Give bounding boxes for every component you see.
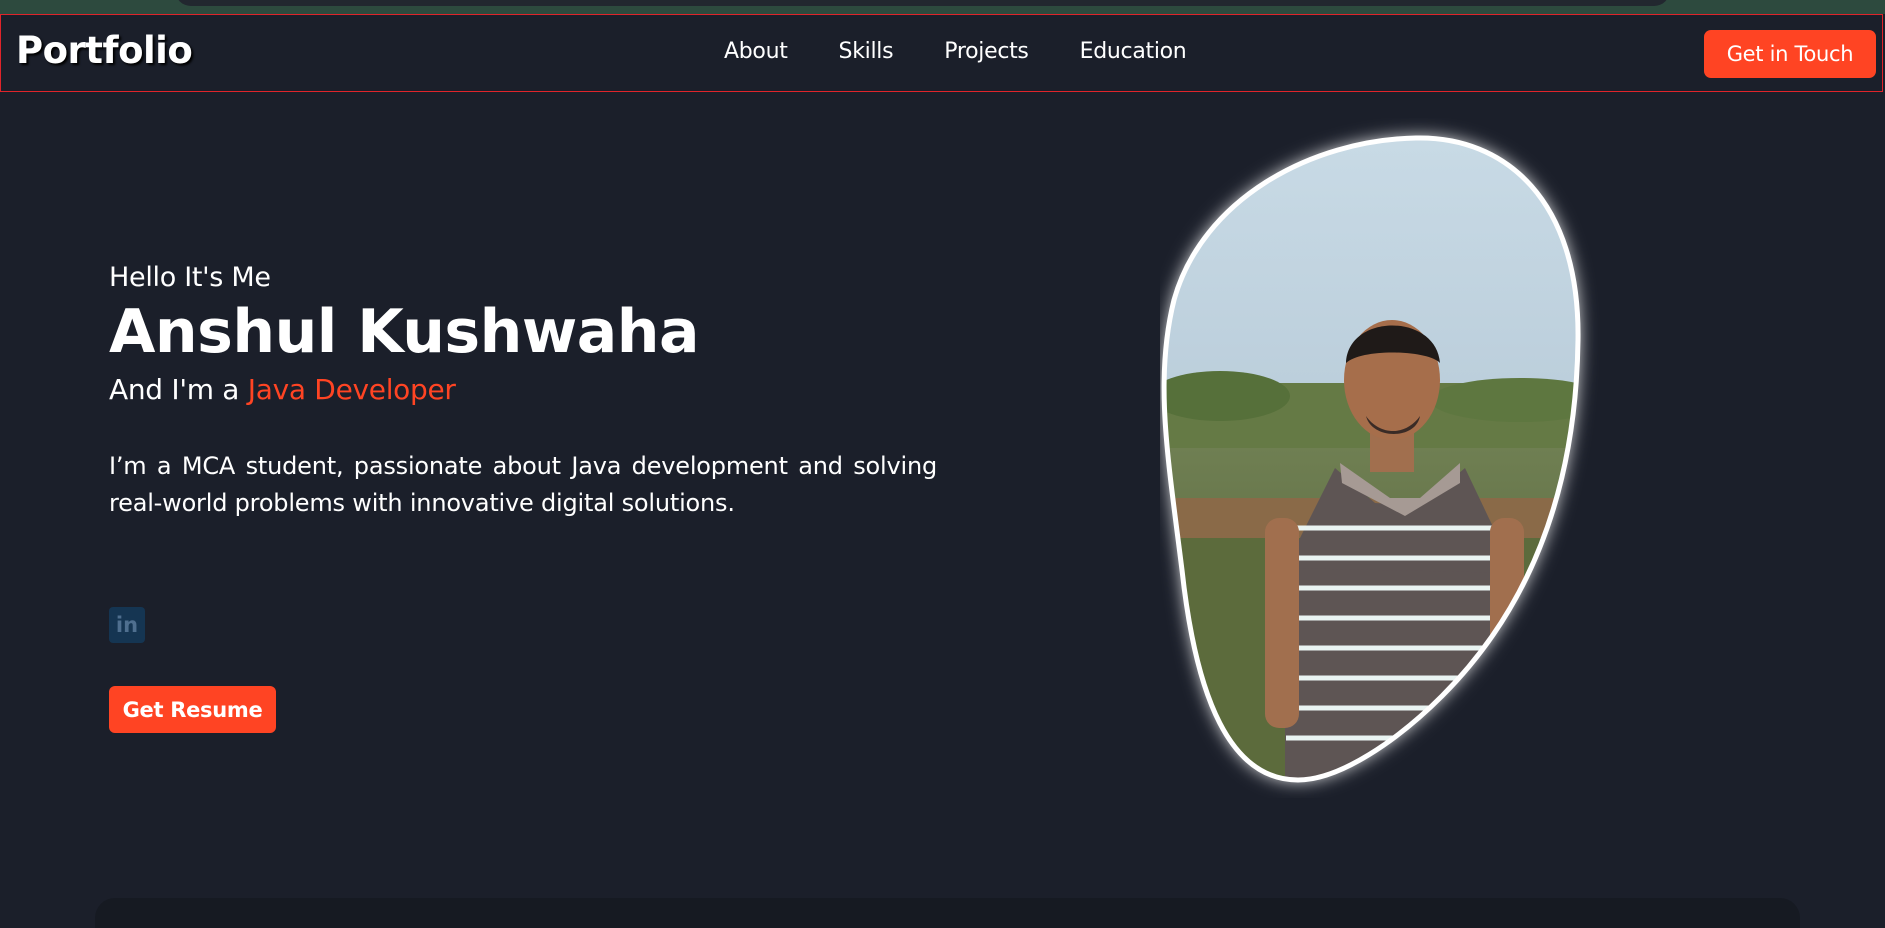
nav-projects[interactable]: Projects xyxy=(944,39,1029,64)
nav-skills[interactable]: Skills xyxy=(839,39,894,64)
role-prefix: And I'm a xyxy=(109,373,248,406)
get-resume-button[interactable]: Get Resume xyxy=(109,686,276,733)
profile-photo xyxy=(1161,135,1581,783)
navbar: Portfolio About Skills Projects Educatio… xyxy=(0,14,1883,92)
logo[interactable]: Portfolio xyxy=(16,29,193,72)
get-in-touch-button[interactable]: Get in Touch xyxy=(1704,30,1876,78)
hero-name: Anshul Kushwaha xyxy=(109,297,699,367)
next-section-card xyxy=(95,898,1800,928)
nav-about[interactable]: About xyxy=(724,39,788,64)
nav-links: About Skills Projects Education xyxy=(724,39,1237,64)
top-strip xyxy=(0,0,1885,14)
hero-role: And I'm a Java Developer xyxy=(109,373,937,406)
nav-education[interactable]: Education xyxy=(1080,39,1187,64)
role-highlight: Java Developer xyxy=(247,373,456,406)
top-strip-pill xyxy=(175,0,1670,6)
hero-description: I’m a MCA student, passionate about Java… xyxy=(109,452,937,517)
hero-intro: Hello It's Me Anshul Kushwaha And I'm a … xyxy=(109,262,937,546)
linkedin-icon[interactable]: in xyxy=(109,607,145,643)
linkedin-label: in xyxy=(115,613,139,637)
hero-greeting: Hello It's Me xyxy=(109,262,271,293)
